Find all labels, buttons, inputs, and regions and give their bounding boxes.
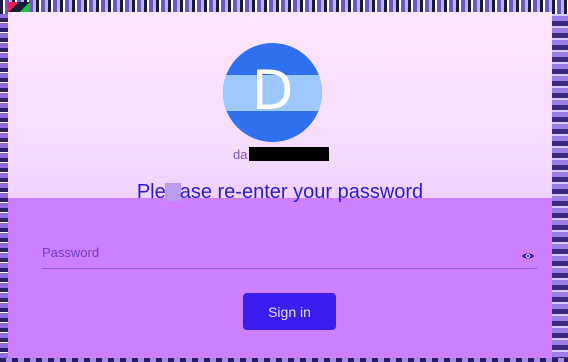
avatar: D	[223, 43, 322, 142]
reauth-dialog: D da Ple ase re-enter your password Sign …	[8, 12, 552, 358]
heading-text-end: ase re-enter your password	[179, 181, 424, 203]
right-edge-strip	[552, 14, 568, 362]
password-field	[42, 240, 537, 269]
eye-icon[interactable]	[521, 249, 535, 263]
heading-smudge	[164, 183, 181, 201]
dialog-heading: Ple ase re-enter your password	[8, 178, 552, 206]
heading-text-start: Ple	[136, 181, 166, 203]
bottom-edge-strip	[0, 358, 568, 362]
password-input[interactable]	[42, 240, 502, 264]
avatar-letter: D	[251, 59, 294, 122]
username: da	[233, 146, 330, 162]
username-redaction	[249, 147, 330, 161]
sign-in-button[interactable]: Sign in	[243, 293, 336, 330]
username-text: da	[233, 146, 248, 162]
